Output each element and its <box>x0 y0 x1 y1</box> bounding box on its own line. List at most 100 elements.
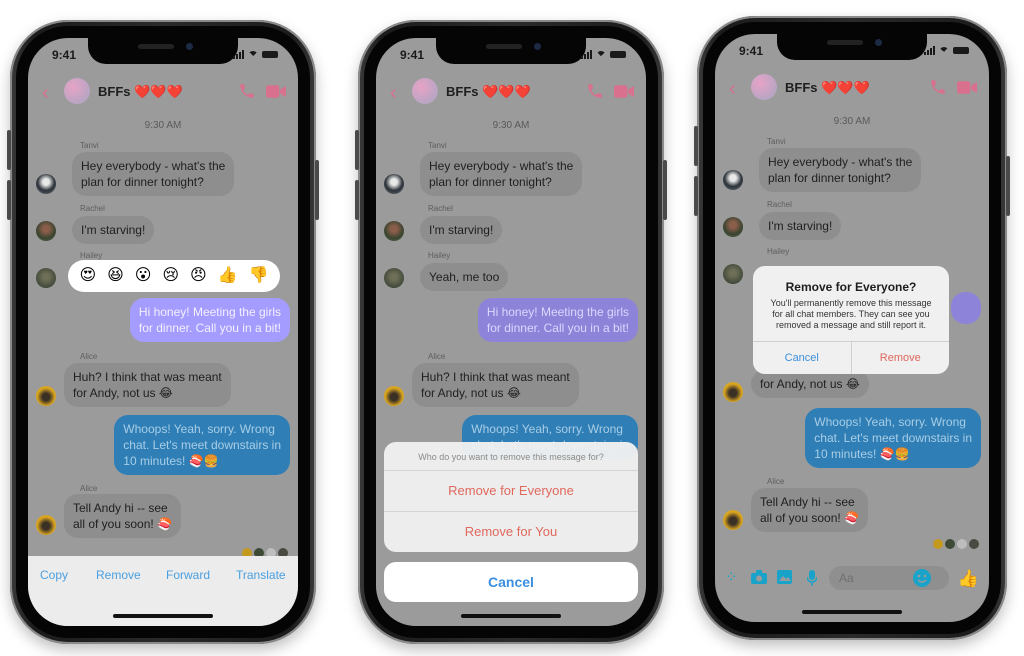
chevron-left-icon[interactable]: ‹ <box>390 82 397 105</box>
avatar <box>36 386 56 406</box>
sender-name: Alice <box>767 477 785 486</box>
message-bubble[interactable]: Tell Andy hi -- see all of you soon! 🍣 <box>64 494 181 538</box>
message-bubble[interactable]: Huh? I think that was meant for Andy, no… <box>64 363 231 407</box>
signal-icon <box>233 50 244 59</box>
love-eyes-reaction[interactable]: 😍 <box>79 268 96 284</box>
avatar <box>36 174 56 194</box>
sender-name: Rachel <box>80 204 105 213</box>
chat-screen: 9:41 ‹ BFFs ❤️❤️❤️ 9:30 AM Tanvi Hey eve… <box>376 38 646 626</box>
message-bubble-outgoing[interactable]: Whoops! Yeah, sorry. Wrong chat. Let's m… <box>114 415 290 475</box>
battery-icon <box>610 51 626 58</box>
message-bubble[interactable]: Yeah, me too <box>420 263 509 291</box>
status-bar: 9:41 <box>715 44 989 60</box>
group-avatar[interactable] <box>412 78 438 104</box>
remove-for-you-button[interactable]: Remove for You <box>384 512 638 552</box>
timestamp: 9:30 AM <box>144 120 182 131</box>
sender-name: Tanvi <box>767 137 786 146</box>
translate-button[interactable]: Translate <box>236 568 286 582</box>
battery-icon <box>953 47 969 54</box>
message-bubble-outgoing-selected[interactable]: Hi honey! Meeting the girls for dinner. … <box>129 298 290 342</box>
sender-name: Alice <box>428 352 446 361</box>
sender-name: Tanvi <box>80 141 99 150</box>
angry-reaction[interactable]: 😠 <box>190 268 207 284</box>
emoji-icon[interactable] <box>913 569 931 587</box>
sender-name: Alice <box>80 352 98 361</box>
phone-icon[interactable] <box>586 82 604 100</box>
timestamp: 9:30 AM <box>492 120 530 131</box>
status-time: 9:41 <box>739 44 764 58</box>
volume-button <box>694 176 698 216</box>
wifi-icon <box>248 50 258 61</box>
video-camera-icon[interactable] <box>957 81 977 94</box>
remove-for-everyone-button[interactable]: Remove for Everyone <box>384 471 638 512</box>
avatar <box>723 510 743 530</box>
battery-icon <box>262 51 278 58</box>
gallery-icon[interactable] <box>777 570 792 584</box>
thumbs-up-icon[interactable]: 👍 <box>958 570 979 587</box>
message-bubble-outgoing[interactable] <box>951 292 981 324</box>
chat-screen: 9:41 ‹ BFFs ❤️❤️❤️ 9:30 AM Tanvi Hey eve… <box>28 38 298 626</box>
video-camera-icon[interactable] <box>266 85 286 98</box>
video-camera-icon[interactable] <box>614 85 634 98</box>
cancel-button[interactable]: Cancel <box>384 562 638 602</box>
message-bubble[interactable]: Huh? I think that was meant for Andy, no… <box>412 363 579 407</box>
chat-title: BFFs ❤️❤️❤️ <box>446 84 531 99</box>
wifi-icon <box>939 46 949 57</box>
message-bubble[interactable]: I'm starving! <box>72 216 155 244</box>
message-bubble[interactable]: Hey everybody - what's the plan for dinn… <box>759 148 922 192</box>
message-input[interactable]: Aa <box>829 566 949 590</box>
message-composer: ⁘ Aa 👍 <box>715 564 989 594</box>
chevron-left-icon[interactable]: ‹ <box>729 78 736 101</box>
message-bubble[interactable]: Hey everybody - what's the plan for dinn… <box>420 152 583 196</box>
thumbs-down-reaction[interactable]: 👎 <box>249 268 269 284</box>
message-bubble[interactable]: Tell Andy hi -- see all of you soon! 🍣 <box>751 488 868 532</box>
message-bubble[interactable]: I'm starving! <box>420 216 503 244</box>
avatar <box>384 174 404 194</box>
copy-button[interactable]: Copy <box>40 568 68 582</box>
sender-name: Hailey <box>767 247 790 256</box>
camera-icon[interactable] <box>751 570 767 584</box>
avatar <box>36 221 56 241</box>
message-bubble-outgoing[interactable]: Hi honey! Meeting the girls for dinner. … <box>477 298 638 342</box>
avatar <box>36 515 56 535</box>
phone-icon[interactable] <box>238 82 256 100</box>
alert-cancel-button[interactable]: Cancel <box>753 342 852 374</box>
reaction-picker: 😍 😆 😮 😢 😠 👍 👎 <box>68 260 280 292</box>
apps-icon[interactable]: ⁘ <box>725 570 738 585</box>
sender-name: Tanvi <box>428 141 447 150</box>
phone-icon[interactable] <box>929 78 947 96</box>
volume-button <box>7 180 11 220</box>
home-indicator <box>113 614 213 618</box>
power-button <box>663 160 667 220</box>
status-time: 9:41 <box>52 48 77 62</box>
wow-reaction[interactable]: 😮 <box>135 268 152 284</box>
message-bubble[interactable]: for Andy, not us 😂 <box>751 370 869 398</box>
avatar <box>36 268 56 288</box>
remove-button[interactable]: Remove <box>96 568 141 582</box>
microphone-icon[interactable] <box>807 570 817 586</box>
message-bubble[interactable]: Hey everybody - what's the plan for dinn… <box>72 152 235 196</box>
group-avatar[interactable] <box>64 78 90 104</box>
group-avatar[interactable] <box>751 74 777 100</box>
volume-button <box>355 130 359 170</box>
sender-name: Rachel <box>428 204 453 213</box>
status-time: 9:41 <box>400 48 425 62</box>
sender-name: Hailey <box>80 251 103 260</box>
volume-button <box>7 130 11 170</box>
phone-screen-reactions: 9:41 ‹ BFFs ❤️❤️❤️ 9:30 AM Tanvi Hey eve… <box>7 20 319 644</box>
alert-remove-button[interactable]: Remove <box>852 342 950 374</box>
home-indicator <box>461 614 561 618</box>
sad-reaction[interactable]: 😢 <box>162 268 179 284</box>
chat-title: BFFs ❤️❤️❤️ <box>98 84 183 99</box>
sender-name: Rachel <box>767 200 792 209</box>
status-bar: 9:41 <box>376 48 646 64</box>
volume-button <box>694 126 698 166</box>
chevron-left-icon[interactable]: ‹ <box>42 82 49 105</box>
avatar <box>723 382 743 402</box>
laugh-reaction[interactable]: 😆 <box>107 268 124 284</box>
avatar <box>384 268 404 288</box>
forward-button[interactable]: Forward <box>166 568 210 582</box>
message-bubble[interactable]: I'm starving! <box>759 212 842 240</box>
message-bubble-outgoing[interactable]: Whoops! Yeah, sorry. Wrong chat. Let's m… <box>805 408 981 468</box>
thumbs-up-reaction[interactable]: 👍 <box>218 268 238 284</box>
